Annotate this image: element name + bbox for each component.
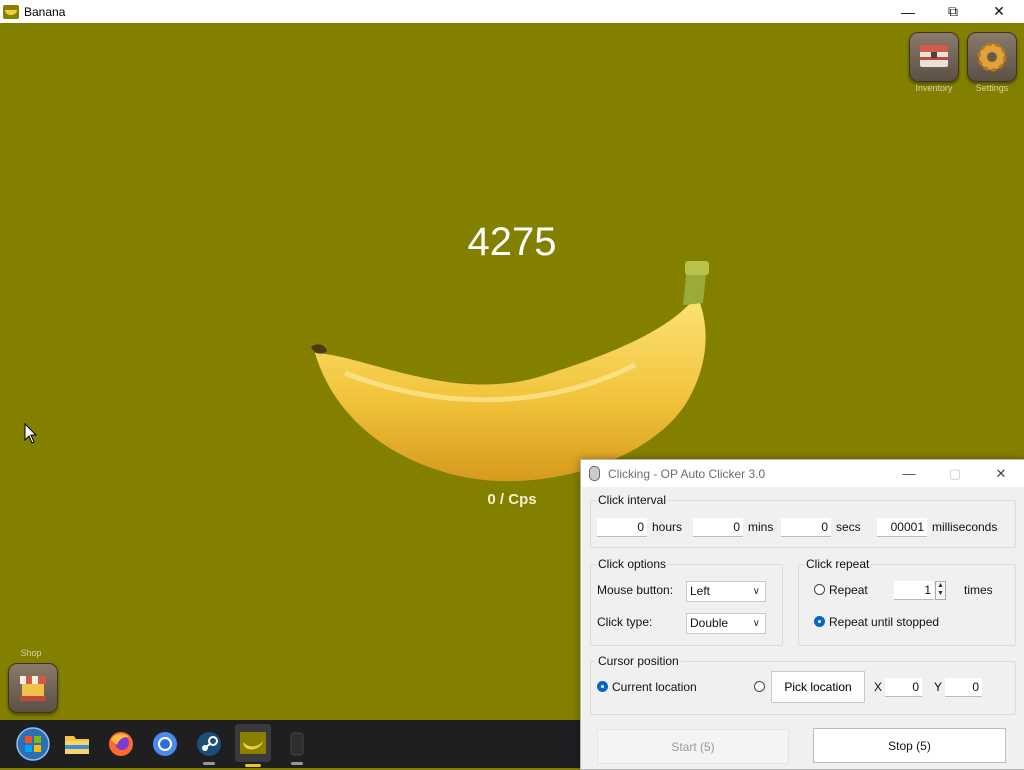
secs-input[interactable]: 0 <box>781 518 831 537</box>
banana-app-icon <box>240 732 266 754</box>
mouse-button-value: Left <box>690 584 711 598</box>
stop-button[interactable]: Stop (5) <box>813 728 1006 763</box>
inventory-label: Inventory <box>915 83 953 93</box>
clicker-close-button[interactable]: ✕ <box>978 460 1024 487</box>
gear-icon <box>977 42 1007 72</box>
repeat-until-stopped-radio[interactable] <box>814 616 825 627</box>
hours-label: hours <box>652 520 683 534</box>
settings-button[interactable] <box>967 32 1017 82</box>
taskbar-chrome[interactable] <box>149 728 181 760</box>
window-title: Banana <box>24 4 66 19</box>
inventory-chest-icon <box>920 45 948 67</box>
shop-button[interactable] <box>8 663 58 713</box>
chevron-down-icon: ∨ <box>752 618 760 629</box>
clicker-minimize-button[interactable]: — <box>886 460 932 487</box>
banana-app-icon <box>3 4 19 19</box>
y-coordinate-input[interactable]: 0 <box>945 678 982 697</box>
milliseconds-input[interactable]: 00001 <box>877 518 927 537</box>
current-location-label: Current location <box>612 680 697 694</box>
taskbar-file-explorer[interactable] <box>61 728 93 760</box>
y-label: Y <box>934 680 943 694</box>
repeat-label: Repeat <box>829 583 868 597</box>
click-repeat-group <box>798 564 1016 646</box>
milliseconds-label: milliseconds <box>932 520 998 534</box>
click-repeat-label: Click repeat <box>804 557 872 571</box>
taskbar-steam[interactable] <box>193 728 225 765</box>
firefox-icon <box>109 732 133 756</box>
mouse-button-select[interactable]: Left ∨ <box>686 581 766 602</box>
click-type-value: Double <box>690 616 729 630</box>
stop-label: Stop (5) <box>888 738 931 753</box>
repeat-times-input[interactable]: 1 <box>894 581 934 600</box>
shop-label: Shop <box>20 648 42 658</box>
device-icon <box>290 732 304 756</box>
pick-location-label: Pick location <box>784 680 852 694</box>
hours-input[interactable]: 0 <box>597 518 647 537</box>
click-type-select[interactable]: Double ∨ <box>686 613 766 634</box>
click-type-label: Click type: <box>597 615 653 629</box>
window-titlebar: Banana — ⧉ ✕ <box>0 0 1024 23</box>
mins-label: mins <box>748 520 774 534</box>
chevron-down-icon: ∨ <box>752 586 760 597</box>
start-label: Start (5) <box>671 739 715 754</box>
mouse-icon <box>589 466 600 481</box>
mouse-cursor-icon <box>24 423 38 444</box>
close-button[interactable]: ✕ <box>976 0 1022 23</box>
clicker-maximize-button: ▢ <box>948 465 962 481</box>
start-button: Start (5) <box>597 729 789 764</box>
windows-start-button[interactable] <box>15 725 51 763</box>
auto-clicker-title: Clicking - OP Auto Clicker 3.0 <box>608 466 766 481</box>
repeat-radio[interactable] <box>814 584 825 595</box>
secs-label: secs <box>836 520 861 534</box>
click-options-label: Click options <box>596 557 669 571</box>
cursor-position-label: Cursor position <box>596 654 681 668</box>
current-location-radio[interactable] <box>597 681 608 692</box>
pick-location-radio[interactable] <box>754 681 765 692</box>
taskbar-unknown-app[interactable] <box>281 728 313 765</box>
click-interval-label: Click interval <box>596 493 669 507</box>
taskbar-firefox[interactable] <box>105 728 137 760</box>
banana-active-indicator <box>245 764 261 767</box>
x-label: X <box>874 680 883 694</box>
repeat-times-spinner[interactable]: ▲ ▼ <box>935 581 946 600</box>
unknown-app-running-indicator <box>291 762 303 765</box>
mouse-button-label: Mouse button: <box>597 583 674 597</box>
steam-running-indicator <box>203 762 215 765</box>
pick-location-button[interactable]: Pick location <box>771 671 865 703</box>
inventory-button[interactable] <box>909 32 959 82</box>
shop-stall-icon <box>20 676 46 701</box>
x-coordinate-input[interactable]: 0 <box>885 678 922 697</box>
steam-icon <box>197 732 221 756</box>
restore-button[interactable]: ⧉ <box>930 0 976 23</box>
times-label: times <box>964 583 993 597</box>
settings-label: Settings <box>975 83 1009 93</box>
auto-clicker-titlebar: Clicking - OP Auto Clicker 3.0 — ▢ ✕ <box>581 460 1024 487</box>
repeat-until-stopped-label: Repeat until stopped <box>829 615 940 629</box>
auto-clicker-window: Clicking - OP Auto Clicker 3.0 — ▢ ✕ Cli… <box>580 459 1024 770</box>
taskbar-banana[interactable] <box>235 724 271 767</box>
mins-input[interactable]: 0 <box>693 518 743 537</box>
chrome-icon <box>153 732 177 756</box>
folder-icon <box>65 736 89 754</box>
windows-logo-icon <box>16 727 50 761</box>
minimize-button[interactable]: — <box>885 0 931 23</box>
